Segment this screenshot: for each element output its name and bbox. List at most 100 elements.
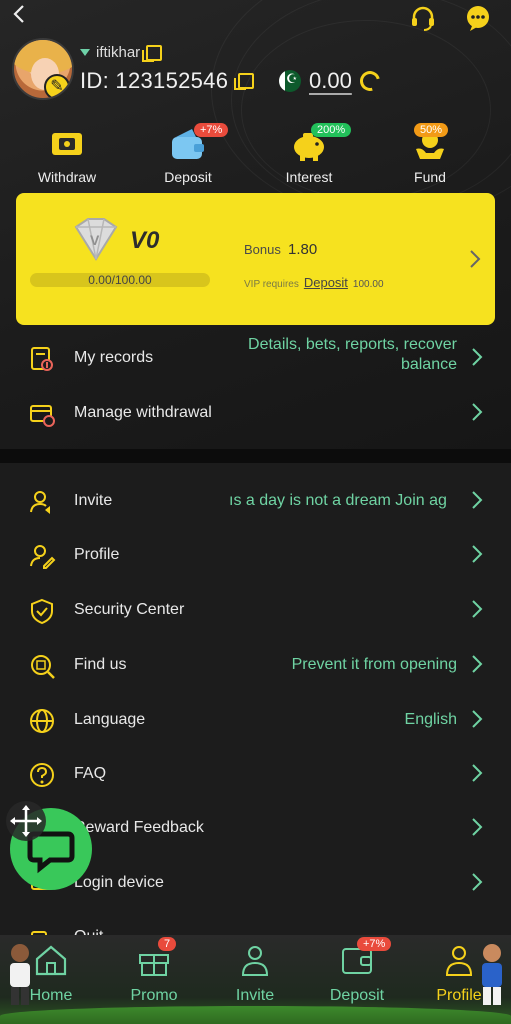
tab-deposit[interactable]: +7% Deposit	[312, 937, 402, 1005]
menu-label: FAQ	[74, 765, 107, 782]
balance-row: 0.00	[279, 67, 384, 95]
menu-label: Invite	[74, 492, 113, 509]
move-handle-icon[interactable]	[6, 801, 46, 841]
grass-decor	[0, 1006, 511, 1024]
interest-badge: 200%	[311, 123, 352, 137]
wallet-icon: +7%	[168, 123, 229, 163]
quick-label: Fund	[414, 169, 446, 185]
edit-badge-icon[interactable]: ✎	[44, 74, 70, 98]
chevron-right-icon	[471, 402, 483, 427]
chevron-right-icon	[471, 654, 483, 679]
quick-deposit[interactable]: +7% Deposit	[133, 123, 243, 185]
tab-promo[interactable]: 7 Promo	[109, 937, 199, 1005]
user-id: ID: 123152546	[80, 68, 229, 93]
chat-bubble-icon[interactable]	[464, 4, 492, 32]
wallet-icon: +7%	[339, 937, 392, 977]
vip-card[interactable]: V V0 0.00/100.00 Bonus 1.80 VIP requires…	[16, 193, 495, 325]
group-icon	[237, 943, 273, 977]
invite-marquee: ıs a day is not a dream Join ag	[229, 492, 447, 509]
menu-value: Prevent it from opening	[291, 656, 457, 673]
gift-icon: 7	[136, 937, 177, 977]
tab-label: Profile	[436, 987, 482, 1004]
menu-row-faq[interactable]: FAQ	[0, 749, 511, 799]
menu-label: Profile	[74, 546, 120, 563]
tab-profile[interactable]: Profile	[414, 943, 504, 1005]
home-icon	[33, 943, 69, 977]
username: iftikhar	[96, 44, 141, 61]
svg-text:V: V	[90, 232, 100, 248]
withdraw-ticket-icon	[47, 125, 87, 163]
copy-icon[interactable]	[142, 44, 163, 62]
invite-user-icon	[28, 488, 56, 516]
quick-interest[interactable]: 200% Interest	[254, 123, 364, 185]
quick-actions: Withdraw +7% Deposit 200% Interest 50% F…	[0, 123, 511, 185]
menu-label: My records	[74, 349, 154, 366]
caret-down-icon	[80, 49, 90, 56]
user-edit-icon	[28, 542, 56, 570]
tab-label: Promo	[130, 987, 178, 1004]
menu-row-manage-withdrawal[interactable]: Manage withdrawal	[0, 388, 511, 438]
menu-label: Find us	[74, 656, 127, 673]
piggy-bank-icon: 200%	[289, 123, 352, 163]
chevron-right-icon	[471, 872, 483, 897]
chevron-right-icon	[471, 709, 483, 734]
menu-value: English	[404, 711, 457, 728]
tab-invite[interactable]: Invite	[210, 943, 300, 1005]
quick-withdraw[interactable]: Withdraw	[12, 125, 122, 185]
copy-icon[interactable]	[234, 73, 255, 90]
menu-label: Manage withdrawal	[74, 404, 212, 421]
chevron-right-icon	[471, 599, 483, 624]
section-divider	[0, 449, 511, 463]
requires-amount: 100.00	[352, 279, 384, 290]
vip-diamond-icon: V	[68, 217, 124, 261]
fund-badge: 50%	[414, 123, 449, 137]
menu-value-line: Details, bets, reports, recover	[248, 336, 457, 353]
bonus-value: 1.80	[288, 241, 318, 258]
vip-requirement: VIP requires Deposit 100.00	[244, 275, 384, 290]
menu-row-invite[interactable]: Invite ıs a day is not a dream Join ag	[0, 476, 511, 526]
chevron-right-icon	[471, 347, 483, 372]
deposit-link[interactable]: Deposit	[304, 275, 348, 290]
menu-row-profile[interactable]: Profile	[0, 530, 511, 580]
find-us-icon	[28, 652, 56, 680]
username-row: iftikhar	[80, 44, 163, 62]
menu-row-language[interactable]: Language English	[0, 695, 511, 745]
chevron-right-icon	[471, 763, 483, 788]
tab-label: Deposit	[329, 987, 385, 1004]
avatar[interactable]: ✎	[12, 38, 74, 100]
vip-progress-text: 0.00/100.00	[88, 273, 152, 287]
menu-value: Details, bets, reports, recover balance	[248, 335, 457, 375]
refresh-icon[interactable]	[356, 67, 384, 95]
quick-fund[interactable]: 50% Fund	[375, 123, 485, 185]
deposit-badge: +7%	[194, 123, 229, 137]
deposit-badge: +7%	[357, 937, 392, 951]
back-arrow-icon[interactable]	[8, 2, 32, 26]
menu-row-security-center[interactable]: Security Center	[0, 585, 511, 635]
menu-label: Security Center	[74, 601, 185, 618]
pakistan-flag-icon	[279, 70, 301, 92]
quick-label: Deposit	[164, 169, 212, 185]
chevron-right-icon	[469, 249, 481, 274]
balance-value: 0.00	[309, 68, 352, 93]
profile-icon	[441, 943, 477, 977]
tab-label: Home	[29, 987, 73, 1004]
chevron-right-icon	[471, 544, 483, 569]
headset-icon[interactable]	[409, 4, 437, 32]
card-settings-icon	[28, 400, 56, 428]
tab-label: Invite	[235, 987, 275, 1004]
chevron-right-icon	[471, 490, 483, 515]
menu-row-my-records[interactable]: My records Details, bets, reports, recov…	[0, 333, 511, 383]
shield-check-icon	[28, 597, 56, 625]
bottom-tab-bar: Home 7 Promo Invite +7% Deposit Profile	[0, 935, 511, 1024]
hand-coin-icon: 50%	[410, 123, 450, 163]
tab-home[interactable]: Home	[6, 943, 96, 1005]
question-icon	[28, 761, 56, 789]
menu-row-find-us[interactable]: Find us Prevent it from opening	[0, 640, 511, 690]
chevron-right-icon	[471, 817, 483, 842]
quick-label: Interest	[285, 169, 333, 185]
records-icon	[28, 345, 56, 373]
promo-badge: 7	[158, 937, 177, 951]
menu-label: Reward Feedback	[74, 819, 204, 836]
bonus-label: Bonus	[244, 242, 281, 257]
globe-icon	[28, 707, 56, 735]
